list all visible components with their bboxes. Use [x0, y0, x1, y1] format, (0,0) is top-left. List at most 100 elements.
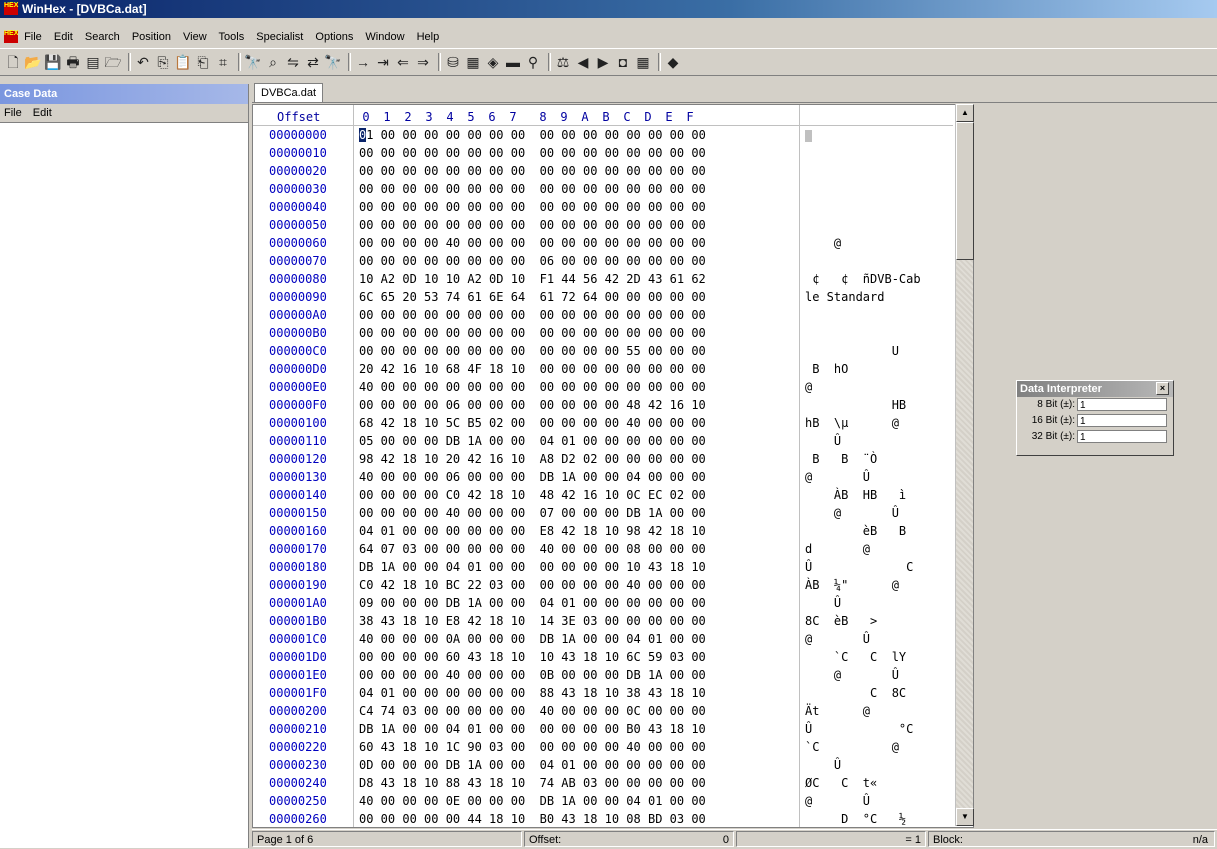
row-hex-bytes[interactable]: 00 00 00 00 00 00 00 00 00 00 00 00 55 0… [359, 344, 706, 358]
hex-row[interactable]: 000001E0 00 00 00 00 40 00 00 00 0B 00 00… [253, 667, 953, 683]
row-text[interactable]: hB \µ @ [805, 416, 899, 430]
next-icon[interactable]: ▶ [594, 53, 612, 71]
row-hex-bytes[interactable]: 40 00 00 00 0A 00 00 00 DB 1A 00 00 04 0… [359, 632, 706, 646]
hex-row[interactable]: 00000060 00 00 00 00 40 00 00 00 00 00 00… [253, 235, 953, 251]
row-hex-bytes[interactable]: 98 42 18 10 20 42 16 10 A8 D2 02 00 00 0… [359, 452, 706, 466]
back-icon[interactable]: ⇐ [394, 53, 412, 71]
row-text[interactable]: `C C lY [805, 650, 906, 664]
row-hex-bytes[interactable]: 00 00 00 00 40 00 00 00 07 00 00 00 DB 1… [359, 506, 706, 520]
row-text[interactable]: ÀB ¼" @ [805, 578, 899, 592]
hex-row[interactable]: 000001C0 40 00 00 00 0A 00 00 00 DB 1A 00… [253, 631, 953, 647]
row-hex-bytes[interactable]: 05 00 00 00 DB 1A 00 00 04 01 00 00 00 0… [359, 434, 706, 448]
row-hex-bytes[interactable]: 09 00 00 00 DB 1A 00 00 04 01 00 00 00 0… [359, 596, 706, 610]
hex-row[interactable]: 00000260 00 00 00 00 00 44 18 10 B0 43 18… [253, 811, 953, 827]
row-text[interactable]: @ Û [805, 470, 870, 484]
row-hex-bytes[interactable]: 04 01 00 00 00 00 00 00 88 43 18 10 38 4… [359, 686, 706, 700]
hex-row[interactable]: 00000180 DB 1A 00 00 04 01 00 00 00 00 00… [253, 559, 953, 575]
new-icon[interactable]: 🗋 [4, 53, 22, 71]
hex-row[interactable]: 00000020 00 00 00 00 00 00 00 00 00 00 00… [253, 163, 953, 179]
row-text[interactable]: B B ¨Ò [805, 452, 877, 466]
copy-hex-icon[interactable]: ⌗ [214, 53, 232, 71]
row-hex-bytes[interactable]: 60 43 18 10 1C 90 03 00 00 00 00 00 40 0… [359, 740, 706, 754]
open-folder-icon[interactable]: 🗁 [104, 53, 122, 71]
row-text[interactable] [805, 128, 812, 142]
row-text[interactable]: le Standard [805, 290, 884, 304]
hex-row[interactable]: 00000130 40 00 00 00 06 00 00 00 DB 1A 00… [253, 469, 953, 485]
data-interpreter-window[interactable]: Data Interpreter × 8 Bit (±): 1 16 Bit (… [1016, 380, 1174, 456]
hex-row[interactable]: 000001B0 38 43 18 10 E8 42 18 10 14 3E 03… [253, 613, 953, 629]
row-text[interactable]: 8C èB > [805, 614, 877, 628]
row-text[interactable]: d @ [805, 542, 870, 556]
row-hex-bytes[interactable]: 00 00 00 00 00 00 00 00 00 00 00 00 00 0… [359, 308, 706, 322]
row-hex-bytes[interactable]: 10 A2 0D 10 10 A2 0D 10 F1 44 56 42 2D 4… [359, 272, 706, 286]
hex-row[interactable]: 00000010 00 00 00 00 00 00 00 00 00 00 00… [253, 145, 953, 161]
hex-row[interactable]: 00000120 98 42 18 10 20 42 16 10 A8 D2 02… [253, 451, 953, 467]
hex-row[interactable]: 00000050 00 00 00 00 00 00 00 00 00 00 00… [253, 217, 953, 233]
scroll-thumb[interactable] [956, 122, 974, 260]
hex-row[interactable]: 00000100 68 42 18 10 5C B5 02 00 00 00 00… [253, 415, 953, 431]
row-text[interactable]: Û C [805, 560, 913, 574]
row-text[interactable]: Û °C [805, 722, 913, 736]
hex-row[interactable]: 000000B0 00 00 00 00 00 00 00 00 00 00 00… [253, 325, 953, 341]
row-hex-bytes[interactable]: 00 00 00 00 00 00 00 00 00 00 00 00 00 0… [359, 182, 706, 196]
hex-editor[interactable]: Offset 0 1 2 3 4 5 6 7 8 9 A B C D E F 0… [252, 104, 974, 828]
scroll-down-icon[interactable]: ▼ [956, 808, 974, 826]
menu-view[interactable]: View [183, 31, 207, 43]
case-menu-edit[interactable]: Edit [33, 107, 52, 119]
interp-value-32bit[interactable]: 1 [1077, 430, 1167, 443]
row-hex-bytes[interactable]: 00 00 00 00 00 00 00 00 06 00 00 00 00 0… [359, 254, 706, 268]
hex-row[interactable]: 00000190 C0 42 18 10 BC 22 03 00 00 00 00… [253, 577, 953, 593]
row-text[interactable]: U [805, 344, 899, 358]
paste-icon[interactable]: 📋 [174, 53, 192, 71]
hex-row[interactable]: 000000C0 00 00 00 00 00 00 00 00 00 00 00… [253, 343, 953, 359]
row-text[interactable]: ØC C t« [805, 776, 877, 790]
hex-row[interactable]: 00000140 00 00 00 00 C0 42 18 10 48 42 16… [253, 487, 953, 503]
hex-row[interactable]: 00000000 01 00 00 00 00 00 00 00 00 00 00… [253, 127, 953, 143]
menu-position[interactable]: Position [132, 31, 171, 43]
row-text[interactable]: Û [805, 758, 841, 772]
menu-search[interactable]: Search [85, 31, 120, 43]
row-text[interactable]: ¢ ¢ ñDVB-Cab [805, 272, 920, 286]
menu-options[interactable]: Options [315, 31, 353, 43]
undo-icon[interactable]: ↶ [134, 53, 152, 71]
menu-window[interactable]: Window [365, 31, 404, 43]
interp-value-16bit[interactable]: 1 [1077, 414, 1167, 427]
hex-row[interactable]: 00000070 00 00 00 00 00 00 00 00 06 00 00… [253, 253, 953, 269]
document-icon[interactable]: HEX [4, 30, 18, 43]
hex-row[interactable]: 000001D0 00 00 00 00 60 43 18 10 10 43 18… [253, 649, 953, 665]
row-hex-bytes[interactable]: 68 42 18 10 5C B5 02 00 00 00 00 00 40 0… [359, 416, 706, 430]
ram-icon[interactable]: ▦ [464, 53, 482, 71]
hex-row[interactable]: 00000150 00 00 00 00 40 00 00 00 07 00 00… [253, 505, 953, 521]
row-hex-bytes[interactable]: 64 07 03 00 00 00 00 00 40 00 00 00 08 0… [359, 542, 706, 556]
row-hex-bytes[interactable]: 0D 00 00 00 DB 1A 00 00 04 01 00 00 00 0… [359, 758, 706, 772]
scroll-up-icon[interactable]: ▲ [956, 104, 974, 122]
menu-edit[interactable]: Edit [54, 31, 73, 43]
row-hex-bytes[interactable]: 00 00 00 00 60 43 18 10 10 43 18 10 6C 5… [359, 650, 706, 664]
row-hex-bytes[interactable]: 38 43 18 10 E8 42 18 10 14 3E 03 00 00 0… [359, 614, 706, 628]
hex-row[interactable]: 00000230 0D 00 00 00 DB 1A 00 00 04 01 00… [253, 757, 953, 773]
copy-icon[interactable]: ⎘ [154, 53, 172, 71]
row-hex-bytes[interactable]: 20 42 16 10 68 4F 18 10 00 00 00 00 00 0… [359, 362, 706, 376]
help-icon[interactable]: ◆ [664, 53, 682, 71]
save-icon[interactable]: 💾 [44, 53, 62, 71]
snapshot-icon[interactable]: ◘ [614, 53, 632, 71]
row-hex-bytes[interactable]: 40 00 00 00 06 00 00 00 DB 1A 00 00 04 0… [359, 470, 706, 484]
find-icon[interactable]: 🔭 [244, 53, 262, 71]
vertical-scrollbar[interactable]: ▲ ▼ [955, 104, 974, 826]
hex-row[interactable]: 000000D0 20 42 16 10 68 4F 18 10 00 00 00… [253, 361, 953, 377]
hex-row[interactable]: 00000220 60 43 18 10 1C 90 03 00 00 00 00… [253, 739, 953, 755]
hex-row[interactable]: 00000250 40 00 00 00 0E 00 00 00 DB 1A 00… [253, 793, 953, 809]
hex-row[interactable]: 00000160 04 01 00 00 00 00 00 00 E8 42 18… [253, 523, 953, 539]
row-hex-bytes[interactable]: C4 74 03 00 00 00 00 00 40 00 00 00 0C 0… [359, 704, 706, 718]
hex-row[interactable]: 00000030 00 00 00 00 00 00 00 00 00 00 00… [253, 181, 953, 197]
row-hex-bytes[interactable]: 00 00 00 00 C0 42 18 10 48 42 16 10 0C E… [359, 488, 706, 502]
row-hex-bytes[interactable]: 40 00 00 00 00 00 00 00 00 00 00 00 00 0… [359, 380, 706, 394]
forward-icon[interactable]: ⇒ [414, 53, 432, 71]
row-hex-bytes[interactable]: 00 00 00 00 00 00 00 00 00 00 00 00 00 0… [359, 146, 706, 160]
row-hex-bytes[interactable]: DB 1A 00 00 04 01 00 00 00 00 00 00 10 4… [359, 560, 706, 574]
table-icon[interactable]: ▦ [634, 53, 652, 71]
row-hex-bytes[interactable]: C0 42 18 10 BC 22 03 00 00 00 00 00 40 0… [359, 578, 706, 592]
row-hex-bytes[interactable]: 6C 65 20 53 74 61 6E 64 61 72 64 00 00 0… [359, 290, 706, 304]
hex-row[interactable]: 00000080 10 A2 0D 10 10 A2 0D 10 F1 44 56… [253, 271, 953, 287]
row-text[interactable]: èB B [805, 524, 906, 538]
